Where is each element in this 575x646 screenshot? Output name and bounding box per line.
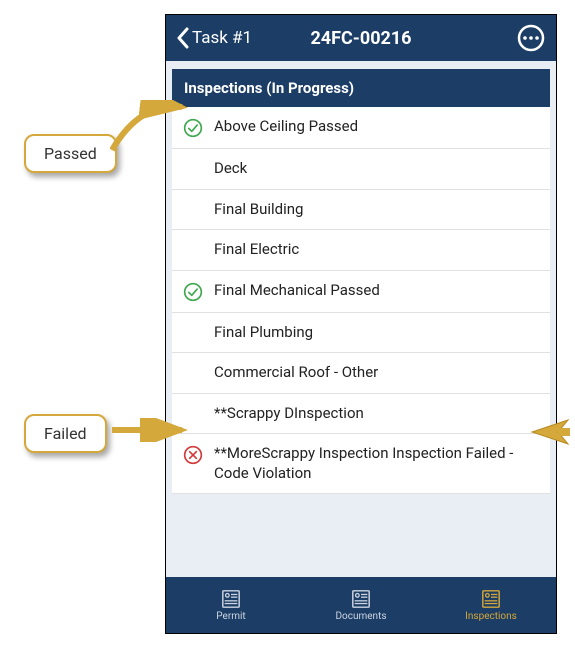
list-item[interactable]: Commercial Roof - Other — [172, 353, 550, 394]
list-item[interactable]: Above Ceiling Passed — [172, 107, 550, 149]
status-icon-slot — [182, 444, 204, 465]
list-item[interactable]: **MoreScrappy Inspection Inspection Fail… — [172, 434, 550, 494]
tab-documents-label: Documents — [335, 611, 386, 622]
bottom-bar: Permit Documents Inspections — [166, 577, 556, 633]
list-item-label: Above Ceiling Passed — [214, 117, 538, 137]
arrow-right-icon — [520, 416, 570, 452]
tab-documents[interactable]: Documents — [296, 577, 426, 633]
permit-icon — [220, 589, 242, 609]
tab-inspections[interactable]: Inspections — [426, 577, 556, 633]
list-item-label: Commercial Roof - Other — [214, 363, 538, 383]
tab-permit-label: Permit — [216, 611, 245, 622]
status-icon-slot — [182, 281, 204, 302]
x-circle-icon — [183, 445, 203, 465]
list-item-label: Deck — [214, 159, 538, 179]
list-item-label: Final Plumbing — [214, 323, 538, 343]
list-item[interactable]: **Scrappy DInspection — [172, 394, 550, 435]
list-item[interactable]: Final Mechanical Passed — [172, 271, 550, 313]
list-item-label: **Scrappy DInspection — [214, 404, 538, 424]
check-circle-icon — [183, 282, 203, 302]
callout-passed: Passed — [24, 134, 117, 173]
list-item-label: **MoreScrappy Inspection Inspection Fail… — [214, 444, 538, 483]
callout-failed: Failed — [24, 414, 107, 453]
list-item[interactable]: Final Electric — [172, 230, 550, 271]
inspections-icon — [480, 589, 502, 609]
list-item[interactable]: Final Building — [172, 190, 550, 231]
status-icon-slot — [182, 240, 204, 241]
list-item-label: Final Electric — [214, 240, 538, 260]
list-item-label: Final Building — [214, 200, 538, 220]
back-label: Task #1 — [192, 28, 252, 48]
tab-permit[interactable]: Permit — [166, 577, 296, 633]
documents-icon — [350, 589, 372, 609]
callout-failed-label: Failed — [44, 424, 87, 443]
phone-frame: Task #1 24FC-00216 Inspections (In Progr… — [165, 14, 557, 634]
top-bar: Task #1 24FC-00216 — [166, 15, 556, 61]
section-header: Inspections (In Progress) — [172, 69, 550, 107]
status-icon-slot — [182, 363, 204, 364]
more-icon — [517, 24, 545, 52]
chevron-left-icon — [176, 27, 190, 49]
status-icon-slot — [182, 323, 204, 324]
inspections-list: Above Ceiling Passed Deck Final Building Fi… — [172, 107, 550, 494]
status-icon-slot — [182, 404, 204, 405]
list-item[interactable]: Deck — [172, 149, 550, 190]
tab-inspections-label: Inspections — [465, 611, 517, 622]
filler — [172, 494, 550, 577]
arrow-passed-icon — [110, 100, 190, 160]
list-item[interactable]: Final Plumbing — [172, 313, 550, 354]
arrow-failed-icon — [110, 418, 190, 442]
callout-passed-label: Passed — [44, 144, 97, 163]
more-button[interactable] — [516, 23, 546, 53]
list-item-label: Final Mechanical Passed — [214, 281, 538, 301]
section-title: Inspections (In Progress) — [184, 79, 354, 97]
status-icon-slot — [182, 200, 204, 201]
back-button[interactable]: Task #1 — [176, 27, 252, 49]
